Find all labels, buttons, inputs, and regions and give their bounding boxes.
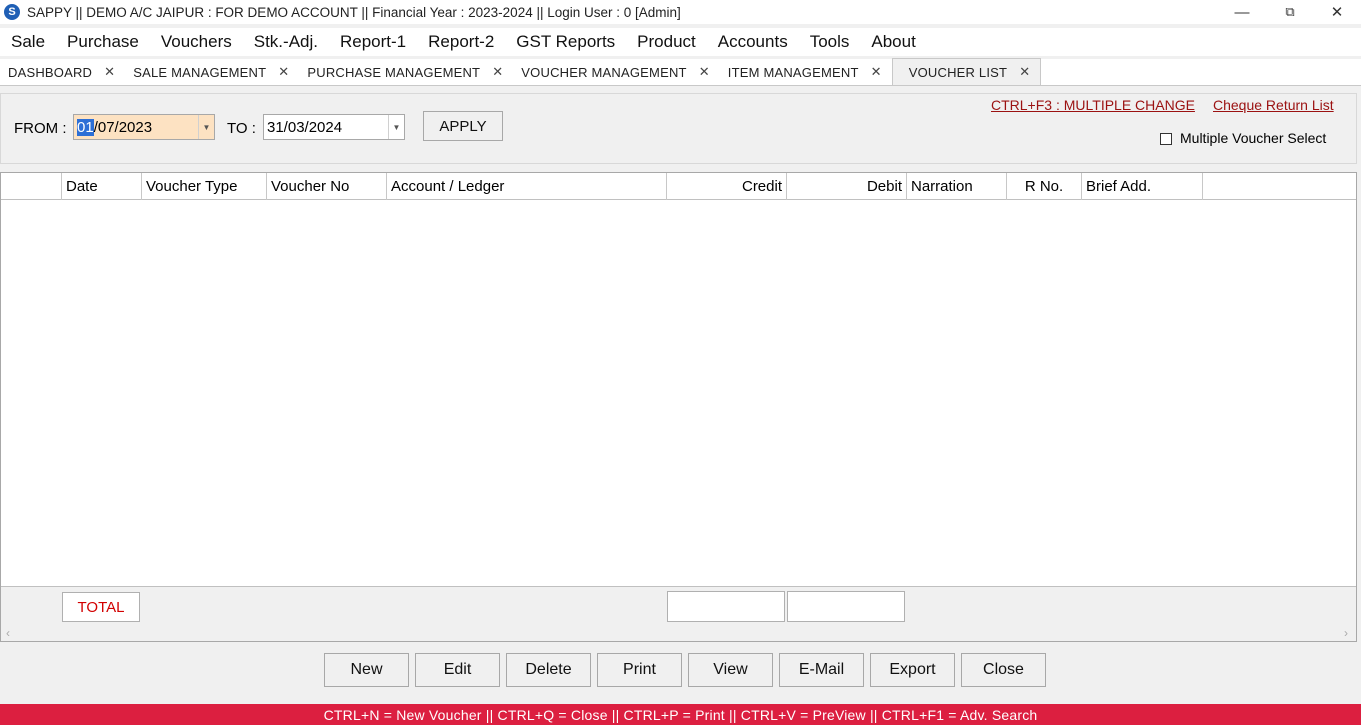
multiple-change-link[interactable]: CTRL+F3 : MULTIPLE CHANGE	[991, 97, 1195, 113]
menu-accounts[interactable]: Accounts	[707, 32, 799, 52]
tab-label: VOUCHER MANAGEMENT	[521, 64, 687, 80]
tab-label: DASHBOARD	[8, 64, 93, 80]
scroll-left-icon[interactable]: ‹	[6, 626, 10, 640]
from-label: FROM :	[14, 120, 67, 137]
horizontal-scrollbar[interactable]: ‹ ›	[1, 626, 1356, 641]
to-date-value[interactable]: 31/03/2024	[264, 119, 388, 136]
scroll-right-icon[interactable]: ›	[1344, 626, 1348, 640]
chevron-down-icon[interactable]: ▼	[198, 115, 214, 139]
new-button[interactable]: New	[324, 653, 409, 687]
menu-report-2[interactable]: Report-2	[417, 32, 505, 52]
export-button[interactable]: Export	[870, 653, 955, 687]
cheque-return-list-link[interactable]: Cheque Return List	[1213, 97, 1334, 113]
column-header-date[interactable]: Date	[62, 173, 142, 200]
close-icon[interactable]: ✕	[871, 64, 882, 80]
filter-panel: FROM : 01/07/2023 ▼ TO : 31/03/2024 ▼ AP…	[0, 93, 1357, 164]
grid-header: Date Voucher Type Voucher No Account / L…	[1, 173, 1356, 200]
to-date-picker[interactable]: 31/03/2024 ▼	[263, 114, 405, 140]
menu-stock-adjustment[interactable]: Stk.-Adj.	[243, 32, 329, 52]
tab-sale-management[interactable]: SALE MANAGEMENT ✕	[125, 59, 299, 85]
tab-label: VOUCHER LIST	[908, 64, 1008, 80]
window-title: SAPPY || DEMO A/C JAIPUR : FOR DEMO ACCO…	[27, 4, 681, 20]
tab-voucher-list[interactable]: VOUCHER LIST ✕	[891, 58, 1042, 85]
from-date-picker[interactable]: 01/07/2023 ▼	[73, 114, 215, 140]
to-label: TO :	[227, 120, 256, 137]
grid-footer: TOTAL ‹ ›	[1, 586, 1356, 641]
view-button[interactable]: View	[688, 653, 773, 687]
total-label: TOTAL	[62, 592, 140, 622]
column-header-debit[interactable]: Debit	[787, 173, 907, 200]
from-date-rest: /07/2023	[93, 118, 153, 136]
menu-vouchers[interactable]: Vouchers	[150, 32, 243, 52]
app-icon: S	[4, 4, 20, 20]
tab-item-management[interactable]: ITEM MANAGEMENT ✕	[720, 59, 892, 85]
document-tab-bar: DASHBOARD ✕ SALE MANAGEMENT ✕ PURCHASE M…	[0, 58, 1361, 86]
column-header-voucher-type[interactable]: Voucher Type	[142, 173, 267, 200]
title-bar: S SAPPY || DEMO A/C JAIPUR : FOR DEMO AC…	[0, 0, 1361, 24]
column-header-credit[interactable]: Credit	[667, 173, 787, 200]
close-button[interactable]: Close	[961, 653, 1046, 687]
close-icon[interactable]: ✕	[492, 64, 503, 80]
print-button[interactable]: Print	[597, 653, 682, 687]
tab-label: PURCHASE MANAGEMENT	[307, 64, 481, 80]
tab-voucher-management[interactable]: VOUCHER MANAGEMENT ✕	[513, 59, 719, 85]
from-date-selected-part: 01	[77, 118, 94, 136]
multiple-voucher-select-label[interactable]: Multiple Voucher Select	[1180, 130, 1326, 146]
edit-button[interactable]: Edit	[415, 653, 500, 687]
close-icon[interactable]: ✕	[278, 64, 289, 80]
menu-about[interactable]: About	[860, 32, 926, 52]
menu-gst-reports[interactable]: GST Reports	[505, 32, 626, 52]
multiple-voucher-select-checkbox[interactable]	[1160, 133, 1172, 145]
delete-button[interactable]: Delete	[506, 653, 591, 687]
column-header-r-no[interactable]: R No.	[1007, 173, 1082, 200]
menu-product[interactable]: Product	[626, 32, 707, 52]
tab-dashboard[interactable]: DASHBOARD ✕	[0, 59, 125, 85]
chevron-down-icon[interactable]: ▼	[388, 115, 404, 139]
menu-report-1[interactable]: Report-1	[329, 32, 417, 52]
total-credit-field	[667, 591, 785, 622]
column-header-account-ledger[interactable]: Account / Ledger	[387, 173, 667, 200]
column-header-row-selector[interactable]	[1, 173, 62, 200]
close-icon[interactable]: ✕	[104, 64, 115, 80]
close-icon[interactable]: ✕	[1019, 64, 1030, 80]
menu-purchase[interactable]: Purchase	[56, 32, 150, 52]
tab-label: SALE MANAGEMENT	[133, 64, 267, 80]
column-header-brief-add[interactable]: Brief Add.	[1082, 173, 1203, 200]
menu-bar: Sale Purchase Vouchers Stk.-Adj. Report-…	[0, 28, 1361, 56]
voucher-grid[interactable]: Date Voucher Type Voucher No Account / L…	[0, 172, 1357, 642]
close-icon[interactable]: ✕	[699, 64, 710, 80]
minimize-button[interactable]: —	[1219, 0, 1265, 24]
email-button[interactable]: E-Mail	[779, 653, 864, 687]
close-window-button[interactable]: ✕	[1314, 0, 1360, 24]
apply-button[interactable]: APPLY	[423, 111, 503, 141]
shortcut-status-bar: CTRL+N = New Voucher || CTRL+Q = Close |…	[0, 704, 1361, 725]
column-header-narration[interactable]: Narration	[907, 173, 1007, 200]
from-date-value[interactable]: 01/07/2023	[74, 118, 198, 136]
tab-purchase-management[interactable]: PURCHASE MANAGEMENT ✕	[299, 59, 513, 85]
menu-sale[interactable]: Sale	[0, 32, 56, 52]
column-header-voucher-no[interactable]: Voucher No	[267, 173, 387, 200]
tab-label: ITEM MANAGEMENT	[727, 64, 859, 80]
menu-tools[interactable]: Tools	[799, 32, 861, 52]
total-debit-field	[787, 591, 905, 622]
restore-button[interactable]: ⧉	[1267, 0, 1313, 24]
